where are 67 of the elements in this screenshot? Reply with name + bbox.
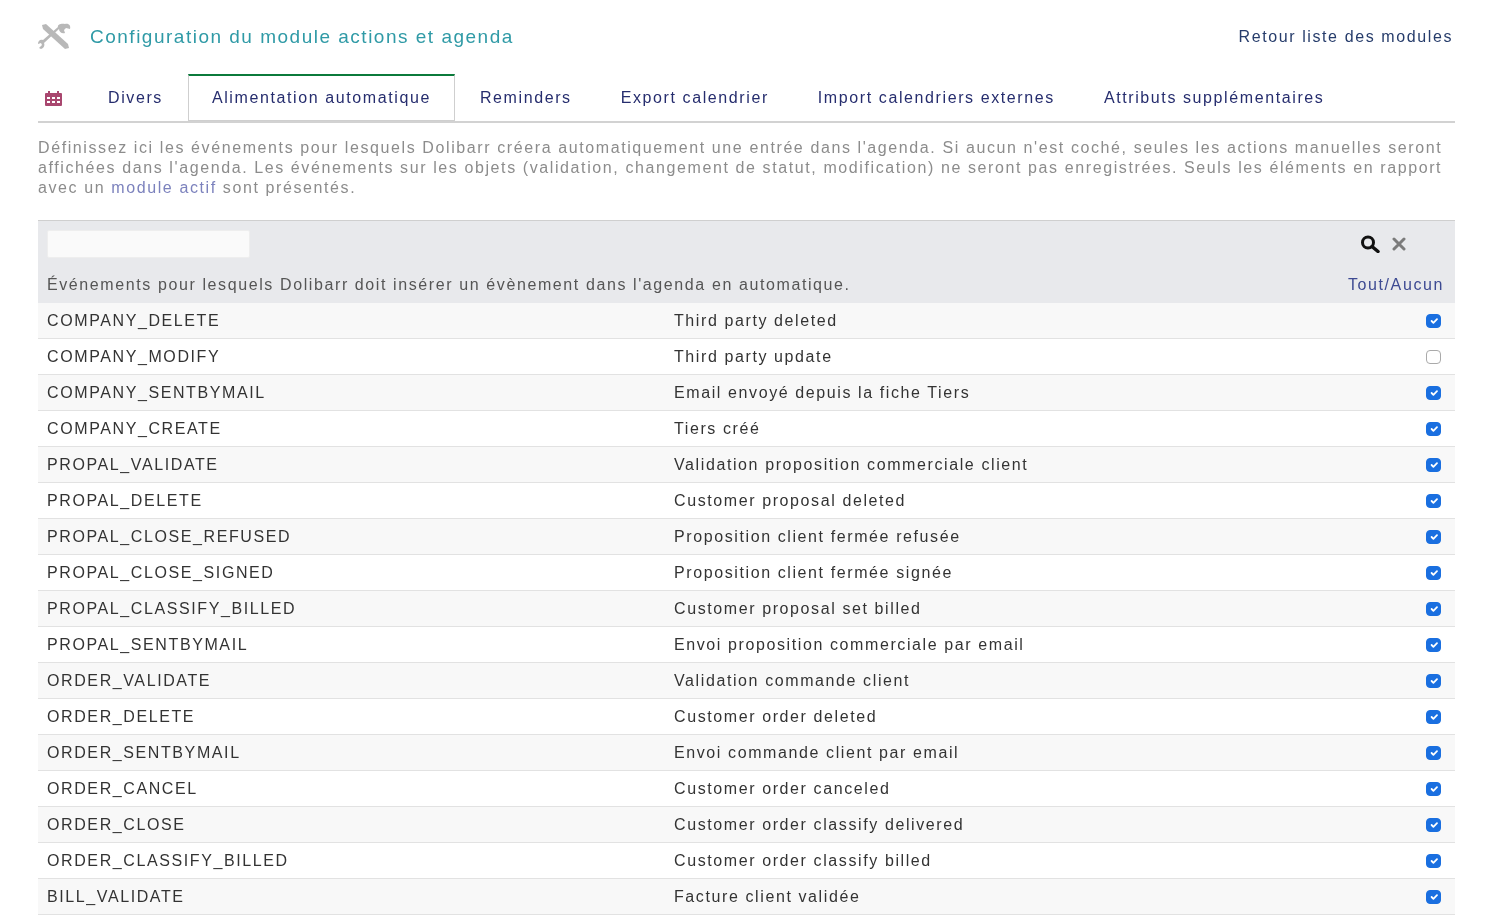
event-label-cell-text: Customer order classify billed	[674, 850, 933, 871]
event-checkbox[interactable]	[1426, 313, 1441, 328]
event-code-cell-text: ORDER_CLASSIFY_BILLED	[46, 850, 290, 871]
event-label-cell-text: Customer proposal deleted	[674, 490, 908, 511]
back-link[interactable]: Retour liste des modules	[1238, 25, 1453, 49]
tab[interactable]: Attributs supplémentaires	[1079, 74, 1349, 121]
event-checkbox[interactable]	[1426, 385, 1441, 400]
page-title: Configuration du module actions et agenda	[90, 24, 514, 49]
event-label-cell-text: Third party deleted	[674, 310, 839, 331]
event-label-cell-text: Proposition client fermée refusée	[674, 526, 962, 547]
event-code-cell-text: ORDER_CLOSE	[46, 814, 187, 835]
module-link[interactable]: module actif	[111, 179, 217, 196]
tab[interactable]: Import calendriers externes	[793, 74, 1079, 121]
event-label-cell-text: Envoi commande client par email	[674, 742, 961, 763]
event-label-cell-text: Third party update	[674, 346, 834, 367]
event-code-cell-text: COMPANY_MODIFY	[46, 346, 222, 367]
event-label-cell-text: Customer order deleted	[674, 706, 879, 727]
tab[interactable]: Reminders	[455, 74, 596, 121]
event-code-cell-text: ORDER_DELETE	[46, 706, 197, 727]
event-code-cell-text: COMPANY_CREATE	[46, 418, 223, 439]
search-icon[interactable]	[1360, 234, 1382, 253]
event-label-cell-text: Proposition client fermée signée	[674, 562, 954, 583]
event-label-cell-text: Customer order classify delivered	[674, 814, 966, 835]
event-checkbox[interactable]	[1426, 601, 1441, 616]
event-label-cell-text: Validation commande client	[674, 670, 912, 691]
event-checkbox[interactable]	[1426, 637, 1441, 652]
tab[interactable]: Alimentation automatique	[187, 74, 455, 121]
event-code-cell-text: BILL_VALIDATE	[46, 886, 186, 907]
tab[interactable]: Divers	[84, 74, 187, 121]
event-checkbox[interactable]	[1426, 673, 1441, 688]
event-code-cell-text: ORDER_SENTBYMAIL	[46, 742, 242, 763]
event-checkbox[interactable]	[1426, 565, 1441, 580]
event-checkbox[interactable]	[1426, 817, 1441, 832]
event-label-cell-text: Facture client validée	[674, 886, 862, 907]
event-checkbox[interactable]	[1426, 421, 1441, 436]
intro-text: Définissez ici les événements pour lesquels Dolibarr créera automatiquement une entrée dans l'agenda. Si aucun n'est coché, seules les actions manuelles seront affichées dans l'agenda. Les événements sur les objets (validation, changement de statut, modification) ne seront pas enregistrées. Seuls les éléments en rapport avec un module actif sont présentés.	[38, 138, 1444, 198]
event-checkbox[interactable]	[1426, 889, 1441, 904]
close-icon[interactable]	[1392, 236, 1406, 251]
event-code-cell-text: ORDER_CANCEL	[46, 778, 199, 799]
event-label-cell-text: Customer order canceled	[674, 778, 892, 799]
event-label-cell-text: Email envoyé depuis la fiche Tiers	[674, 382, 972, 403]
event-checkbox[interactable]	[1426, 529, 1441, 544]
event-checkbox[interactable]	[1426, 745, 1441, 760]
event-code-cell-text: PROPAL_CLOSE_REFUSED	[46, 526, 293, 547]
event-checkbox[interactable]	[1426, 457, 1441, 472]
event-checkbox[interactable]	[1426, 709, 1441, 724]
column-heading: Événements pour lesquels Dolibarr doit insérer un évènement dans l'agenda en automatique.	[47, 274, 851, 295]
event-code-cell-text: PROPAL_CLOSE_SIGNED	[46, 562, 276, 583]
event-code-cell-text: PROPAL_CLASSIFY_BILLED	[46, 598, 298, 619]
event-label-cell-text: Tiers créé	[674, 418, 762, 439]
event-code-cell-text: PROPAL_VALIDATE	[46, 454, 220, 475]
event-label-cell-text: Customer proposal set billed	[674, 598, 923, 619]
event-checkbox[interactable]	[1426, 853, 1441, 868]
event-label-cell-text: Validation proposition commerciale client	[674, 454, 1030, 475]
event-checkbox[interactable]	[1426, 781, 1441, 796]
tools-icon	[38, 23, 72, 51]
calendar-icon	[45, 91, 62, 106]
event-code-cell-text: PROPAL_DELETE	[46, 490, 204, 511]
event-checkbox[interactable]	[1426, 493, 1441, 508]
select-all-link[interactable]: Tout/Aucun	[1347, 272, 1444, 297]
event-code-cell-text: COMPANY_DELETE	[46, 310, 222, 331]
event-code-cell-text: ORDER_VALIDATE	[46, 670, 213, 691]
event-code-cell-text: COMPANY_SENTBYMAIL	[46, 382, 267, 403]
event-checkbox[interactable]	[1426, 349, 1441, 364]
event-label-cell-text: Envoi proposition commerciale par email	[674, 634, 1026, 655]
tab[interactable]: Export calendrier	[596, 74, 793, 121]
event-code-cell-text: PROPAL_SENTBYMAIL	[46, 634, 250, 655]
